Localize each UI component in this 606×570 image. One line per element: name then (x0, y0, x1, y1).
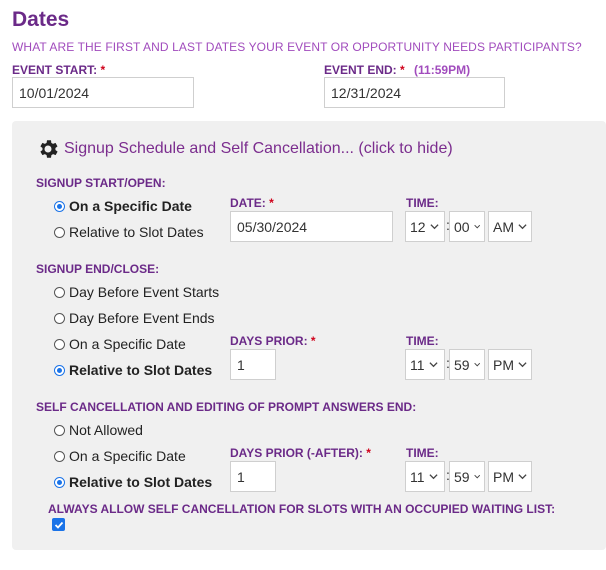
self-cancel-option-relative[interactable]: Relative to Slot Dates (54, 474, 212, 490)
event-end-label: EVENT END: * (11:59PM) (324, 63, 470, 77)
radio-label: Day Before Event Starts (69, 284, 220, 300)
self-cancel-days-input[interactable] (230, 461, 276, 492)
ampm-value: PM (493, 468, 514, 485)
signup-end-days-label: DAYS PRIOR: * (230, 334, 316, 348)
signup-end-option-day-before-start[interactable]: Day Before Event Starts (54, 284, 219, 300)
hour-value: 11 (410, 356, 425, 373)
signup-start-time-label: TIME: (406, 196, 439, 210)
gear-icon (40, 140, 58, 158)
minute-value: 59 (454, 356, 470, 373)
event-end-hint: (11:59PM) (414, 63, 471, 77)
minute-value: 00 (454, 218, 470, 235)
waiting-list-checkbox[interactable] (52, 518, 65, 531)
minute-value: 59 (454, 468, 470, 485)
ampm-value: AM (493, 218, 514, 235)
self-cancel-heading: SELF CANCELLATION AND EDITING OF PROMPT … (36, 400, 417, 414)
ampm-value: PM (493, 356, 514, 373)
radio-label: Relative to Slot Dates (69, 362, 213, 378)
event-end-input[interactable] (324, 77, 505, 108)
chevron-down-icon (428, 362, 438, 368)
radio-label: On a Specific Date (69, 336, 186, 352)
self-cancel-days-label: DAYS PRIOR (-AFTER): * (230, 446, 371, 460)
date-label-text: DATE: (230, 196, 266, 210)
radio-label: Relative to Slot Dates (69, 224, 204, 240)
self-cancel-option-specific-date[interactable]: On a Specific Date (54, 448, 186, 464)
signup-end-heading: SIGNUP END/CLOSE: (36, 262, 160, 276)
dates-question: WHAT ARE THE FIRST AND LAST DATES YOUR E… (12, 40, 582, 54)
required-marker: * (269, 196, 274, 210)
chevron-down-icon (473, 474, 480, 479)
required-marker: * (100, 63, 106, 77)
self-cancel-ampm-select[interactable]: PM (488, 461, 532, 492)
signup-end-option-relative[interactable]: Relative to Slot Dates (54, 362, 212, 378)
self-cancel-hour-select[interactable]: 11 (405, 461, 445, 492)
event-start-label: EVENT START: * (12, 63, 105, 77)
signup-start-date-label: DATE: * (230, 196, 274, 210)
signup-start-option-relative[interactable]: Relative to Slot Dates (54, 224, 204, 240)
chevron-down-icon (518, 362, 527, 368)
chevron-down-icon (428, 474, 438, 480)
signup-end-option-day-before-end[interactable]: Day Before Event Ends (54, 310, 215, 326)
radio-unselected[interactable] (54, 450, 65, 462)
signup-start-minute-select[interactable]: 00 (449, 211, 485, 242)
days-label-text: DAYS PRIOR: (230, 334, 308, 348)
signup-start-ampm-select[interactable]: AM (488, 211, 532, 242)
radio-selected[interactable] (54, 364, 65, 376)
checkmark-icon (54, 521, 63, 529)
radio-unselected[interactable] (54, 312, 65, 324)
radio-unselected[interactable] (54, 338, 65, 350)
required-marker: * (400, 63, 405, 77)
radio-unselected[interactable] (54, 286, 65, 298)
radio-selected[interactable] (54, 476, 65, 488)
signup-end-hour-select[interactable]: 11 (405, 349, 445, 380)
radio-label: On a Specific Date (69, 448, 186, 464)
self-cancel-option-not-allowed[interactable]: Not Allowed (54, 422, 143, 438)
signup-start-option-specific-date[interactable]: On a Specific Date (54, 198, 192, 214)
page-title: Dates (12, 8, 70, 31)
hour-value: 12 (410, 218, 426, 235)
self-cancel-time-label: TIME: (406, 446, 439, 460)
chevron-down-icon (430, 224, 439, 230)
waiting-list-label: ALWAYS ALLOW SELF CANCELLATION FOR SLOTS… (48, 502, 556, 516)
signup-start-hour-select[interactable]: 12 (405, 211, 445, 242)
event-start-label-text: EVENT START: (12, 63, 98, 77)
radio-unselected[interactable] (54, 424, 65, 436)
required-marker: * (310, 334, 316, 348)
required-marker: * (366, 446, 371, 460)
panel-title: Signup Schedule and Self Cancellation...… (64, 140, 453, 157)
event-start-input[interactable] (12, 77, 194, 108)
hour-value: 11 (410, 468, 425, 485)
radio-label: On a Specific Date (69, 198, 192, 214)
self-cancel-minute-select[interactable]: 59 (449, 461, 485, 492)
signup-start-date-input[interactable] (230, 211, 393, 242)
event-end-label-text: EVENT END: (324, 63, 397, 77)
radio-unselected[interactable] (54, 226, 65, 238)
signup-start-heading: SIGNUP START/OPEN: (36, 176, 166, 190)
signup-end-minute-select[interactable]: 59 (449, 349, 485, 380)
radio-label: Not Allowed (69, 422, 143, 438)
chevron-down-icon (473, 224, 480, 229)
chevron-down-icon (518, 224, 527, 230)
signup-end-ampm-select[interactable]: PM (488, 349, 532, 380)
signup-end-days-input[interactable] (230, 349, 276, 380)
panel-toggle-header[interactable]: Signup Schedule and Self Cancellation...… (36, 137, 453, 161)
signup-end-option-specific-date[interactable]: On a Specific Date (54, 336, 186, 352)
radio-label: Relative to Slot Dates (69, 474, 213, 490)
radio-label: Day Before Event Ends (69, 310, 215, 326)
chevron-down-icon (473, 362, 480, 367)
days-label-text: DAYS PRIOR (-AFTER): (230, 446, 363, 460)
signup-end-time-label: TIME: (406, 334, 439, 348)
radio-selected[interactable] (54, 200, 65, 212)
chevron-down-icon (518, 474, 527, 480)
